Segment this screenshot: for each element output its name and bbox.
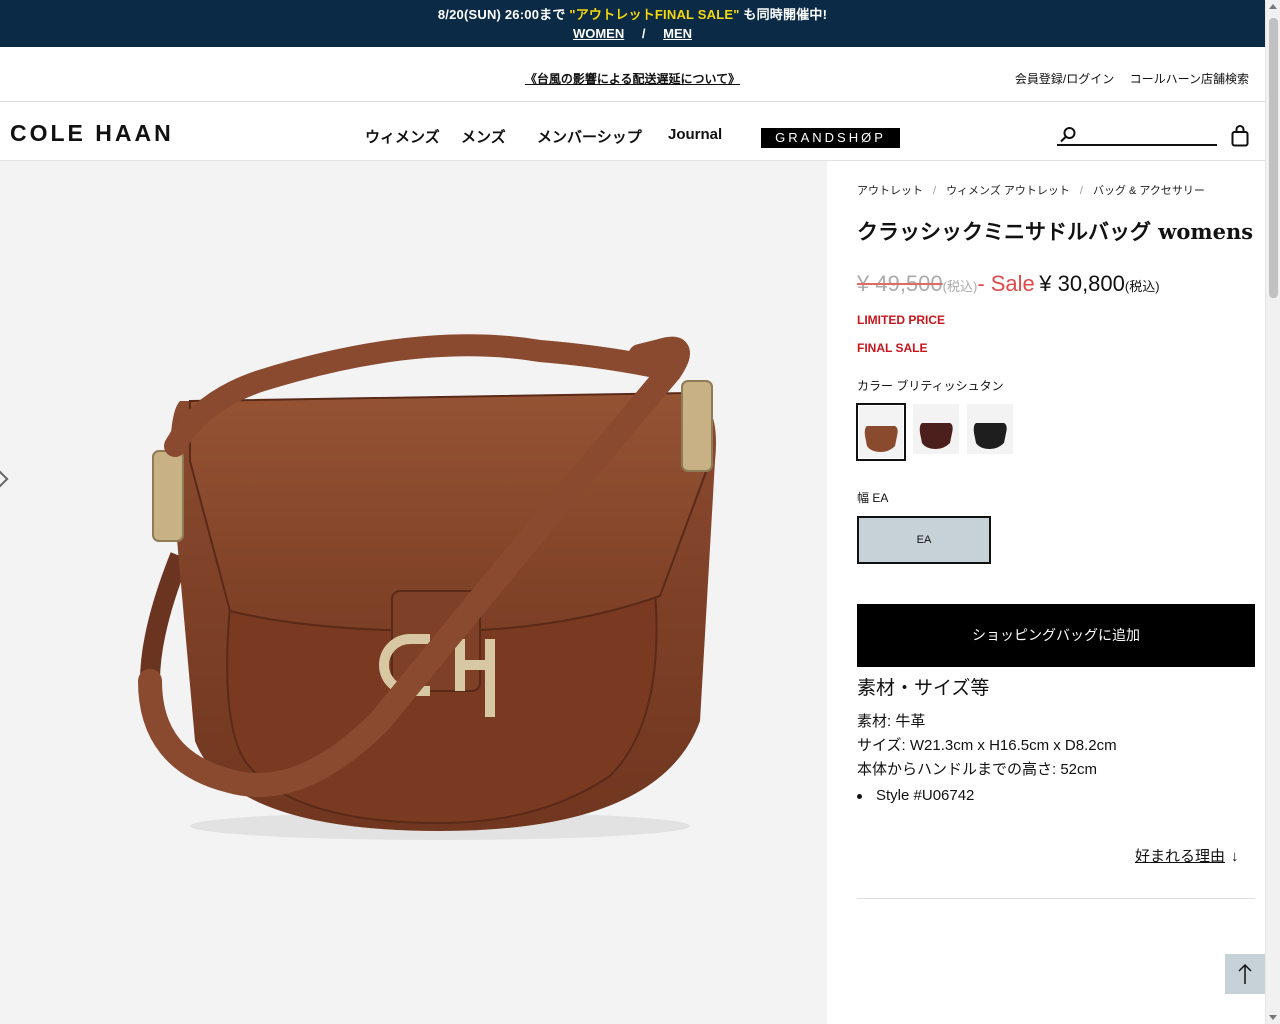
sale-price-tax: (税込) <box>1124 279 1160 294</box>
nav-item-journal[interactable]: Journal <box>668 126 722 143</box>
width-option-ea[interactable]: EA <box>857 516 991 564</box>
swatch-bag-thumbnail <box>864 426 898 452</box>
shopping-bag-icon[interactable] <box>1231 125 1249 147</box>
nav-item-grandshop[interactable]: GRANDSHØP <box>761 128 900 148</box>
main-header: COLE HAAN ウィメンズ メンズ メンバーシップ Journal GRAN… <box>0 102 1265 161</box>
scroll-up-icon[interactable] <box>1269 4 1277 9</box>
nav-item-membership[interactable]: メンバーシップ <box>537 126 642 147</box>
promo-text-suffix: も同時開催中! <box>743 7 828 22</box>
spec-style: Style #U06742 <box>876 787 975 804</box>
sale-label: - Sale <box>977 271 1035 296</box>
breadcrumb-item-outlet[interactable]: アウトレット <box>857 185 923 197</box>
promo-links: WOMEN / MEN <box>0 26 1265 41</box>
spec-height: 本体からハンドルまでの高さ: 52cm <box>857 761 1098 778</box>
login-link[interactable]: 会員登録/ログイン <box>1015 72 1114 86</box>
promo-text-highlight: "アウトレットFINAL SALE" <box>569 7 740 22</box>
nav-item-women[interactable]: ウィメンズ <box>365 126 440 147</box>
page-scrollbar[interactable] <box>1265 0 1280 1024</box>
divider <box>857 898 1255 899</box>
search-input[interactable] <box>1079 124 1215 144</box>
promo-link-men[interactable]: MEN <box>663 26 692 41</box>
breadcrumb-item-womens-outlet[interactable]: ウィメンズ アウトレット <box>946 185 1070 197</box>
swatch-bag-thumbnail <box>973 423 1007 449</box>
promo-banner: 8/20(SUN) 26:00まで "アウトレットFINAL SALE" も同時… <box>0 0 1265 47</box>
scrollbar-thumb[interactable] <box>1269 18 1278 298</box>
swatch-black[interactable] <box>967 404 1013 454</box>
final-sale-badge: FINAL SALE <box>857 341 928 355</box>
price-row: ¥ 49,500(税込)- Sale ¥ 30,800(税込) <box>857 271 1160 297</box>
breadcrumb-separator: / <box>933 185 937 197</box>
limited-price-badge: LIMITED PRICE <box>857 313 946 327</box>
add-to-bag-button[interactable]: ショッピングバッグに追加 <box>857 604 1255 667</box>
why-loved-label: 好まれる理由 <box>1135 848 1226 865</box>
swatch-bag-thumbnail <box>919 423 953 449</box>
utility-bar: 《台風の影響による配送遅延について》 会員登録/ログイン コールハーン店舗検索 <box>0 47 1265 102</box>
promo-link-women[interactable]: WOMEN <box>573 26 624 41</box>
site-logo[interactable]: COLE HAAN <box>10 120 174 147</box>
arrow-up-icon <box>1238 963 1252 984</box>
swatch-british-tan[interactable] <box>856 403 906 461</box>
back-to-top-button[interactable] <box>1225 954 1265 994</box>
scroll-down-icon[interactable] <box>1269 1015 1277 1020</box>
breadcrumb-item-bags[interactable]: バッグ & アクセサリー <box>1093 185 1205 197</box>
swatch-burgundy[interactable] <box>913 404 959 454</box>
spec-style-item: Style #U06742 <box>857 787 974 804</box>
promo-text-prefix: 8/20(SUN) 26:00まで <box>437 7 566 22</box>
sale-price: ¥ 30,800 <box>1039 271 1125 296</box>
store-search-link[interactable]: コールハーン店舗検索 <box>1130 72 1249 86</box>
product-title: クラッシックミニサドルバッグ womens <box>857 219 1254 244</box>
product-image-area <box>0 161 827 1024</box>
search-icon[interactable] <box>1059 126 1077 144</box>
utility-links: 会員登録/ログイン コールハーン店舗検索 <box>1003 70 1249 87</box>
spec-details: 素材: 牛革 サイズ: W21.3cm x H16.5cm x D8.2cm 本… <box>857 710 1117 782</box>
product-image <box>138 334 716 840</box>
original-price: ¥ 49,500 <box>857 271 943 296</box>
promo-link-separator: / <box>641 26 646 41</box>
why-loved-link[interactable]: 好まれる理由 ↓ <box>1135 845 1239 866</box>
spec-material: 素材: 牛革 <box>857 713 926 730</box>
arrow-down-icon: ↓ <box>1231 848 1239 865</box>
nav-item-men[interactable]: メンズ <box>461 126 506 147</box>
breadcrumb: アウトレット / ウィメンズ アウトレット / バッグ & アクセサリー <box>857 182 1205 198</box>
bullet-icon <box>857 793 862 799</box>
search-bar <box>1057 124 1217 146</box>
width-label: 幅 EA <box>857 491 889 505</box>
spec-title: 素材・サイズ等 <box>857 678 990 699</box>
original-price-tax: (税込) <box>942 279 978 294</box>
promo-text: 8/20(SUN) 26:00まで "アウトレットFINAL SALE" も同時… <box>0 4 1265 23</box>
color-label: カラー ブリティッシュタン <box>857 379 1004 393</box>
spec-size: サイズ: W21.3cm x H16.5cm x D8.2cm <box>857 737 1117 754</box>
breadcrumb-separator: / <box>1079 185 1083 197</box>
